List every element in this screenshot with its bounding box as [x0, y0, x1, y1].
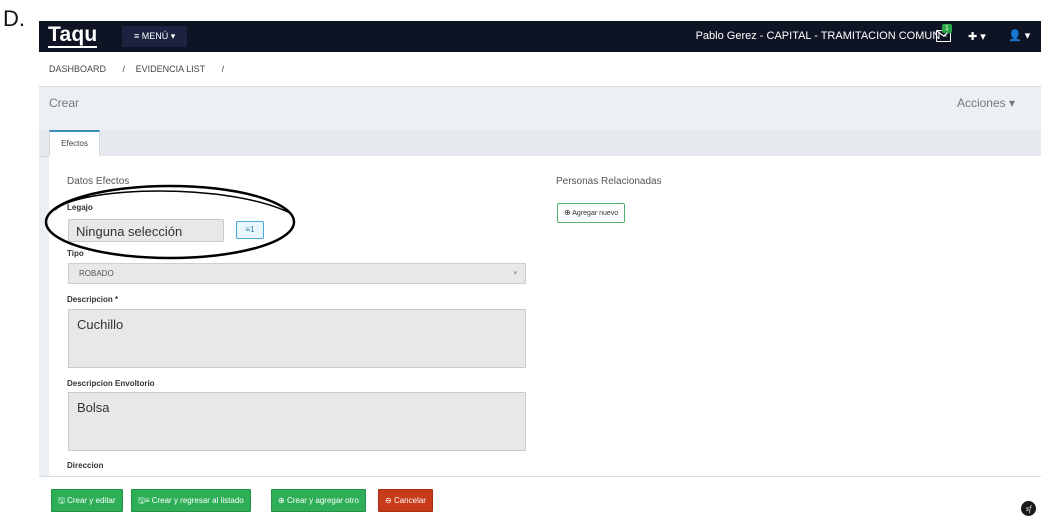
symfony-icon[interactable]: sf [1021, 501, 1036, 516]
annotation-ellipse [44, 184, 296, 260]
